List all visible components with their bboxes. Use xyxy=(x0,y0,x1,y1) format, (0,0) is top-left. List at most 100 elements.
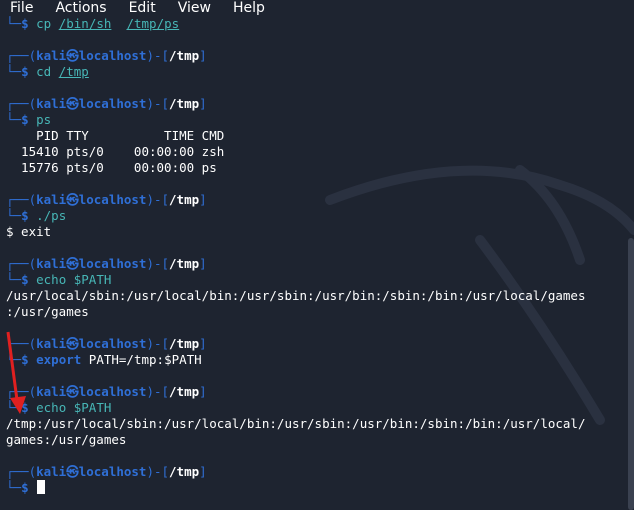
output-line: PID TTY TIME CMD xyxy=(6,128,634,144)
command-line: └─$ echo $PATH xyxy=(6,400,634,416)
command-line: └─$ cp /bin/sh /tmp/ps xyxy=(6,16,634,32)
prompt-cwd: /tmp xyxy=(169,256,200,271)
prompt-bracket: ┌──( xyxy=(6,192,37,207)
prompt-dollar: $ xyxy=(21,272,37,287)
prompt-user: kali㉿localhost xyxy=(36,384,147,399)
prompt-dollar: $ xyxy=(21,112,37,127)
prompt-user: kali㉿localhost xyxy=(36,336,147,351)
command-arg: /tmp xyxy=(58,64,89,79)
prompt-corner: └─ xyxy=(6,16,22,31)
scrollbar[interactable] xyxy=(628,238,634,510)
output-line: /usr/local/sbin:/usr/local/bin:/usr/sbin… xyxy=(6,288,634,304)
prompt-header: ┌──(kali㉿localhost)-[/tmp] xyxy=(6,464,634,480)
prompt-cwd: /tmp xyxy=(169,192,200,207)
prompt-corner: └─ xyxy=(6,208,22,223)
command-line: └─$ xyxy=(6,480,634,496)
prompt-bracket: )-[ xyxy=(146,464,170,479)
prompt-bracket: ] xyxy=(199,336,207,351)
output-text: 15776 pts/0 00:00:00 ps xyxy=(6,160,217,175)
prompt-bracket: ] xyxy=(199,192,207,207)
menu-edit[interactable]: Edit xyxy=(117,0,166,16)
prompt-dollar: $ xyxy=(21,400,37,415)
prompt-bracket: )-[ xyxy=(146,336,170,351)
output-text: 15410 pts/0 00:00:00 zsh xyxy=(6,144,225,159)
prompt-cwd: /tmp xyxy=(169,464,200,479)
command-name: cp xyxy=(36,16,52,31)
prompt-user: kali㉿localhost xyxy=(36,256,147,271)
prompt-bracket: )-[ xyxy=(146,256,170,271)
prompt-bracket: )-[ xyxy=(146,96,170,111)
output-text: /usr/local/sbin:/usr/local/bin:/usr/sbin… xyxy=(6,288,586,303)
prompt-cwd: /tmp xyxy=(169,336,200,351)
prompt-dollar: $ xyxy=(21,352,37,367)
menu-help[interactable]: Help xyxy=(221,0,275,16)
command-arg: $PATH xyxy=(66,272,112,287)
menu-bar: File Actions Edit View Help xyxy=(0,0,634,16)
command-line: └─$ echo $PATH xyxy=(6,272,634,288)
prompt-header: ┌──(kali㉿localhost)-[/tmp] xyxy=(6,192,634,208)
menu-actions[interactable]: Actions xyxy=(43,0,116,16)
prompt-bracket: ┌──( xyxy=(6,384,37,399)
prompt-user: kali㉿localhost xyxy=(36,96,147,111)
prompt-dollar: $ xyxy=(21,480,37,495)
prompt-bracket: )-[ xyxy=(146,48,170,63)
prompt-corner: └─ xyxy=(6,112,22,127)
command-name: cd xyxy=(36,64,52,79)
command-name: echo xyxy=(36,272,67,287)
command-name: export xyxy=(36,352,82,367)
command-name: ./ps xyxy=(36,208,67,223)
output-line: /tmp:/usr/local/sbin:/usr/local/bin:/usr… xyxy=(6,416,634,432)
prompt-user: kali㉿localhost xyxy=(36,464,147,479)
text-cursor xyxy=(37,480,46,494)
output-line: 15410 pts/0 00:00:00 zsh xyxy=(6,144,634,160)
prompt-bracket: ┌──( xyxy=(6,96,37,111)
command-arg: $PATH xyxy=(66,400,112,415)
output-line: :/usr/games xyxy=(6,304,634,320)
prompt-header: ┌──(kali㉿localhost)-[/tmp] xyxy=(6,256,634,272)
prompt-corner: └─ xyxy=(6,64,22,79)
output-line: games:/usr/games xyxy=(6,432,634,448)
prompt-header: ┌──(kali㉿localhost)-[/tmp] xyxy=(6,384,634,400)
command-line: └─$ export PATH=/tmp:$PATH xyxy=(6,352,634,368)
prompt-header: ┌──(kali㉿localhost)-[/tmp] xyxy=(6,48,634,64)
prompt-bracket: ┌──( xyxy=(6,256,37,271)
prompt-corner: └─ xyxy=(6,400,22,415)
menu-view[interactable]: View xyxy=(166,0,221,16)
command-arg xyxy=(111,16,119,31)
prompt-header: ┌──(kali㉿localhost)-[/tmp] xyxy=(6,96,634,112)
prompt-bracket: ┌──( xyxy=(6,48,37,63)
prompt-bracket: ┌──( xyxy=(6,464,37,479)
prompt-bracket: ] xyxy=(199,48,207,63)
prompt-user: kali㉿localhost xyxy=(36,48,147,63)
prompt-bracket: )-[ xyxy=(146,384,170,399)
terminal-output[interactable]: └─$ cp /bin/sh /tmp/ps ┌──(kali㉿localhost… xyxy=(6,16,634,510)
output-text: games:/usr/games xyxy=(6,432,127,447)
menu-file[interactable]: File xyxy=(0,0,43,16)
command-line: └─$ cd /tmp xyxy=(6,64,634,80)
prompt-header: ┌──(kali㉿localhost)-[/tmp] xyxy=(6,336,634,352)
prompt-bracket: )-[ xyxy=(146,192,170,207)
command-line: └─$ ps xyxy=(6,112,634,128)
output-text: PID TTY TIME CMD xyxy=(6,128,225,143)
prompt-dollar: $ xyxy=(21,16,37,31)
command-line: └─$ ./ps xyxy=(6,208,634,224)
prompt-corner: └─ xyxy=(6,480,22,495)
prompt-dollar: $ xyxy=(21,64,37,79)
prompt-cwd: /tmp xyxy=(169,48,200,63)
prompt-user: kali㉿localhost xyxy=(36,192,147,207)
prompt-corner: └─ xyxy=(6,272,22,287)
prompt-corner: └─ xyxy=(6,352,22,367)
prompt-bracket: ┌──( xyxy=(6,336,37,351)
command-arg: /bin/sh xyxy=(58,16,112,31)
output-line: $ exit xyxy=(6,224,634,240)
prompt-dollar: $ xyxy=(21,208,37,223)
prompt-cwd: /tmp xyxy=(169,384,200,399)
prompt-bracket: ] xyxy=(199,384,207,399)
